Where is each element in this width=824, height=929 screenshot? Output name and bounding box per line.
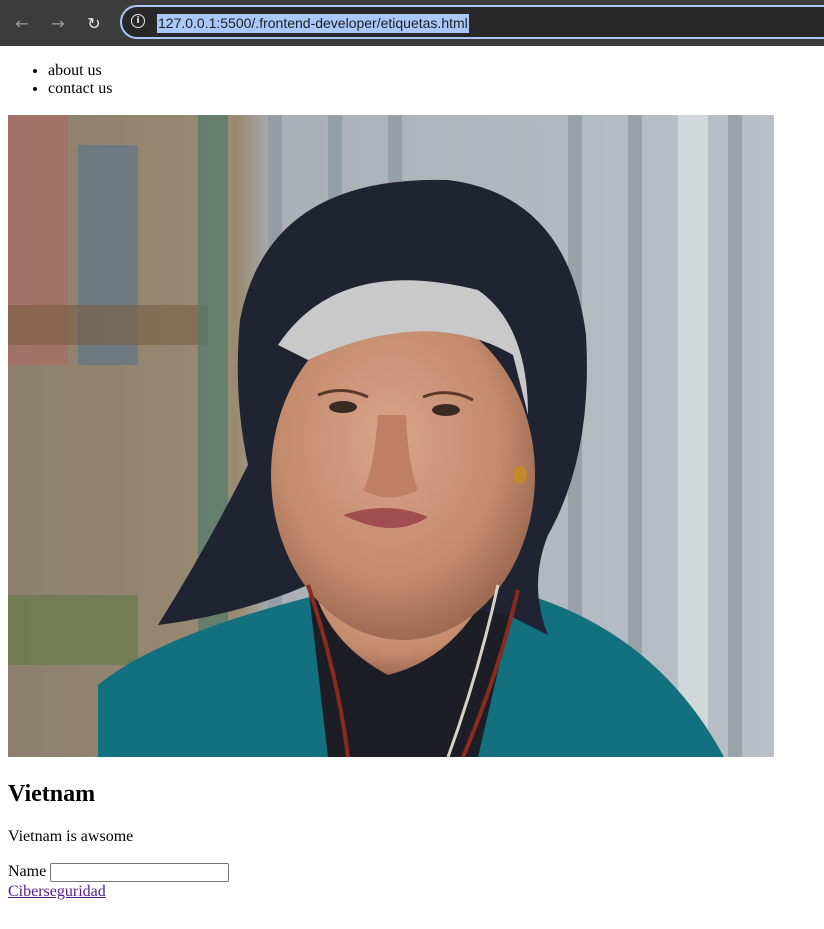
name-form-row: Name	[8, 862, 230, 882]
portrait-photo	[8, 115, 774, 757]
page-heading: Vietnam	[8, 781, 96, 807]
browser-toolbar: ← → ↻ i 127.0.0.1:5500/.frontend-develop…	[0, 0, 824, 46]
ciberseguridad-link[interactable]: Ciberseguridad	[8, 883, 106, 901]
info-icon[interactable]: i	[131, 14, 145, 28]
nav-item-about-us: about us	[48, 62, 112, 80]
forward-arrow-icon[interactable]: →	[45, 10, 71, 36]
nav-item-contact-us: contact us	[48, 80, 112, 98]
page-content: about us contact us	[0, 46, 824, 929]
url-text[interactable]: 127.0.0.1:5500/.frontend-developer/etiqu…	[157, 14, 469, 33]
address-bar[interactable]: i 127.0.0.1:5500/.frontend-developer/eti…	[120, 5, 824, 39]
name-input[interactable]	[50, 862, 230, 882]
back-arrow-icon[interactable]: ←	[9, 10, 35, 36]
nav-list: about us contact us	[8, 62, 112, 98]
description-text: Vietnam is awsome	[8, 828, 134, 845]
name-label: Name	[8, 863, 47, 880]
reload-icon[interactable]: ↻	[81, 10, 107, 36]
